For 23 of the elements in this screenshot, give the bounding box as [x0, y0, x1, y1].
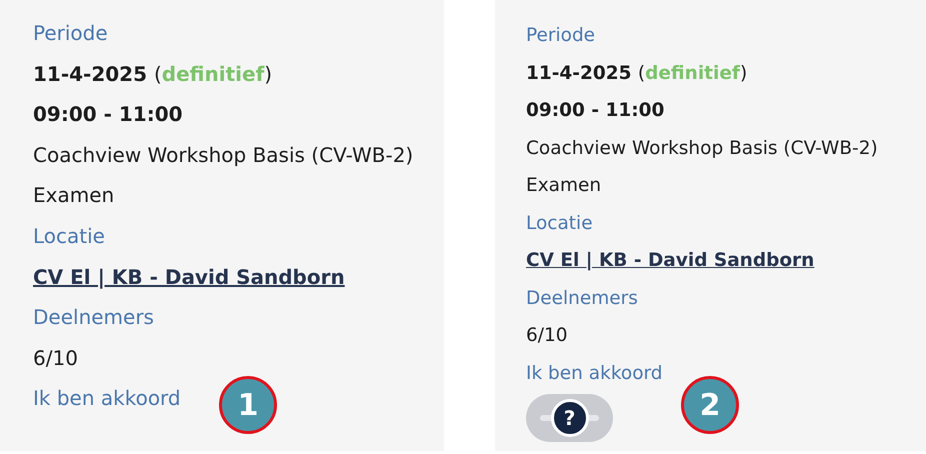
agreement-toggle[interactable]: ? — [526, 394, 613, 442]
field-label: Ik ben akkoord — [526, 362, 663, 386]
field-value: Examen — [33, 182, 114, 210]
step-number-badge: 1 — [219, 376, 277, 434]
step-number-badge: 2 — [681, 376, 739, 434]
field-label: Ik ben akkoord — [33, 385, 181, 412]
field-label: Deelnemers — [526, 286, 638, 310]
date-text: 11-4-2025 (definitief) — [33, 60, 272, 88]
time-range: 09:00 - 11:00 — [526, 99, 664, 123]
field-label: Locatie — [526, 212, 593, 236]
location-link[interactable]: CV El | KB - David Sandborn — [526, 242, 814, 280]
field-label: Periode — [33, 20, 108, 47]
field-label: Deelnemers — [33, 304, 154, 332]
field-label: Periode — [526, 24, 596, 48]
location-link[interactable]: CV El | KB - David Sandborn — [33, 256, 345, 298]
date-text: 11-4-2025 (definitief) — [526, 62, 748, 86]
field-label: Locatie — [33, 222, 105, 250]
field-value: Coachview Workshop Basis (CV-WB-2) — [526, 136, 878, 160]
field-value: 6/10 — [33, 344, 78, 372]
field-value: 6/10 — [526, 324, 568, 348]
field-value: Examen — [526, 174, 602, 198]
field-value: Coachview Workshop Basis (CV-WB-2) — [33, 142, 414, 169]
time-range: 09:00 - 11:00 — [33, 101, 183, 128]
